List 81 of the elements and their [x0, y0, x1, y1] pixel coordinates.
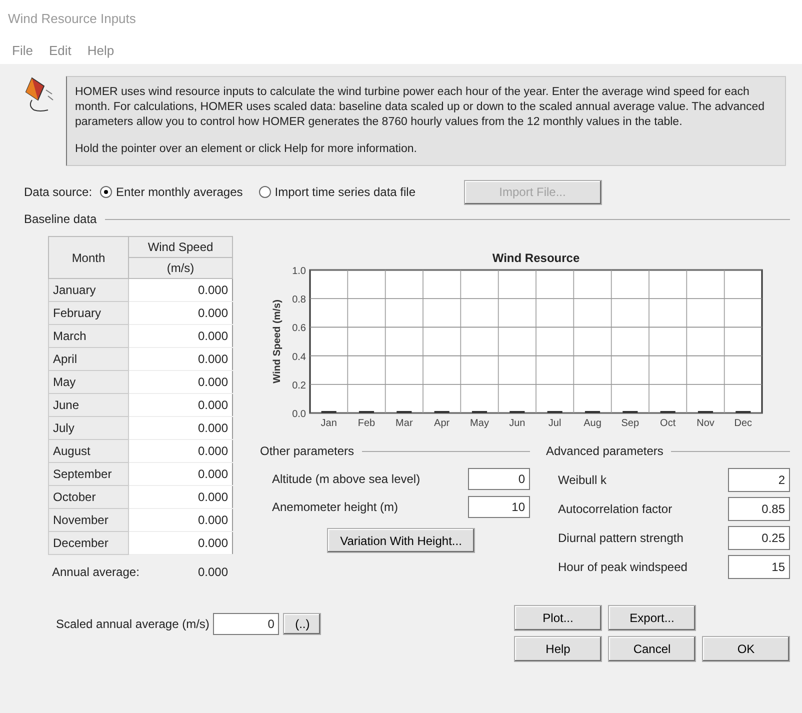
y-tick-label: 0.8: [292, 294, 306, 306]
annual-average-value: 0.000: [198, 564, 229, 581]
radio-option[interactable]: Import time series data file: [258, 183, 416, 201]
chart-title: Wind Resource: [492, 251, 580, 265]
speed-cell[interactable]: 0.000: [128, 302, 232, 324]
radio-option[interactable]: Enter monthly averages: [100, 183, 243, 201]
group-title: Advanced parameters: [546, 443, 664, 460]
x-tick-label: Dec: [734, 418, 752, 429]
y-tick-label: 0.6: [292, 323, 306, 334]
x-tick-label: Mar: [396, 418, 413, 429]
y-tick-label: 1.0: [292, 266, 306, 277]
input-field[interactable]: 0.25: [728, 526, 790, 550]
x-tick-label: Jan: [320, 418, 337, 429]
info-text: Hold the pointer over an element or click Help for more information.: [75, 142, 418, 157]
menu-item[interactable]: Help: [87, 41, 114, 61]
y-tick-label: 0.0: [292, 409, 306, 420]
field-label: Anemometer height (m): [272, 499, 398, 516]
window-title: Wind Resource Inputs: [8, 10, 136, 28]
speed-cell[interactable]: 0.000: [128, 370, 232, 394]
month-cell: September: [48, 462, 128, 486]
annual-average-label: Annual average:: [52, 564, 140, 581]
input-field[interactable]: 2: [728, 468, 790, 492]
month-cell: August: [48, 440, 128, 462]
y-tick-label: 0.2: [292, 380, 306, 392]
scaled-average-label: Scaled annual average (m/s): [56, 616, 210, 633]
speed-cell[interactable]: 0.000: [128, 416, 232, 440]
dialog-button[interactable]: Help: [514, 636, 602, 662]
info-text: HOMER uses wind resource inputs to calculate the wind turbine power each hour of the year. Enter the average wind speed for each month. For calculations, HOMER uses scaled data: baseline data scaled up or down to the scaled annual average value. The advanced parameters allow you to control how HOMER generates the 8760 hourly values from the 12 monthly values in the table.: [75, 85, 766, 130]
month-cell: October: [48, 486, 128, 508]
menu-item[interactable]: Edit: [48, 41, 72, 61]
x-tick-label: Nov: [696, 418, 714, 429]
column-header: Month: [48, 236, 128, 278]
menu-item[interactable]: File: [12, 41, 33, 61]
x-tick-label: Oct: [660, 418, 676, 429]
group-title: Baseline data: [24, 211, 97, 228]
month-cell: December: [48, 532, 128, 554]
field-label: Diurnal pattern strength: [558, 530, 684, 547]
month-cell: January: [48, 278, 128, 302]
column-header: Wind Speed: [128, 236, 232, 258]
dialog-button[interactable]: Cancel: [608, 636, 696, 662]
group-title: Other parameters: [260, 443, 354, 460]
dialog-button[interactable]: Export...: [608, 605, 696, 631]
speed-cell[interactable]: 0.000: [128, 278, 232, 302]
month-cell: February: [48, 302, 128, 324]
field-label: Weibull k: [558, 472, 606, 489]
input-field[interactable]: 10: [468, 496, 530, 518]
field-label: Hour of peak windspeed: [558, 559, 688, 576]
input-field[interactable]: 0.85: [728, 497, 790, 521]
speed-cell[interactable]: 0.000: [128, 486, 232, 508]
x-tick-label: May: [470, 418, 489, 429]
month-cell: June: [48, 394, 128, 416]
month-cell: November: [48, 508, 128, 532]
dialog-button[interactable]: Plot...: [514, 605, 602, 631]
speed-cell[interactable]: 0.000: [128, 532, 232, 554]
speed-cell[interactable]: 0.000: [128, 324, 232, 348]
x-tick-label: Sep: [621, 418, 640, 429]
y-tick-label: 0.4: [292, 352, 306, 363]
x-tick-label: Feb: [358, 418, 376, 429]
dialog-button[interactable]: OK: [702, 636, 790, 662]
input-field[interactable]: 0: [213, 613, 280, 635]
variation-with-height-button[interactable]: Variation With Height...: [327, 528, 475, 553]
data-source-label: Data source:: [24, 184, 92, 201]
month-cell: April: [48, 348, 128, 370]
input-field[interactable]: 15: [728, 555, 790, 579]
speed-cell[interactable]: 0.000: [128, 348, 232, 370]
speed-cell[interactable]: 0.000: [128, 394, 232, 416]
x-tick-label: Jul: [548, 418, 562, 429]
speed-cell[interactable]: 0.000: [128, 462, 232, 486]
x-tick-label: Jun: [509, 418, 526, 429]
field-label: Altitude (m above sea level): [272, 471, 420, 488]
month-cell: March: [48, 324, 128, 348]
month-cell: July: [48, 416, 128, 440]
ellipsis-button[interactable]: (..): [283, 613, 322, 635]
month-cell: May: [48, 370, 128, 394]
y-axis-label: Wind Speed (m/s): [272, 300, 283, 384]
speed-cell[interactable]: 0.000: [128, 440, 232, 462]
x-tick-label: Aug: [584, 418, 602, 429]
speed-cell[interactable]: 0.000: [128, 508, 232, 532]
x-tick-label: Apr: [434, 418, 450, 429]
input-field[interactable]: 0: [468, 468, 530, 490]
field-label: Autocorrelation factor: [558, 501, 672, 518]
